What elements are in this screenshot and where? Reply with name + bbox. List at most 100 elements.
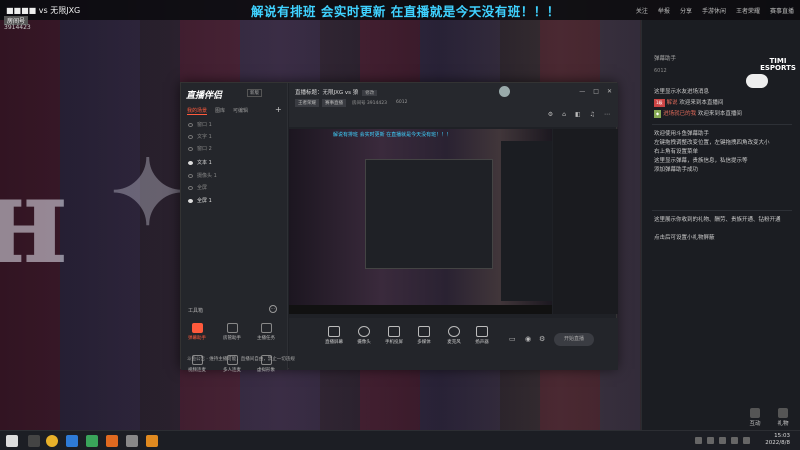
cloud-logo-icon: [746, 74, 768, 88]
category-row: 王者荣耀 赛事直播 房间号 3914423 6012: [295, 99, 410, 107]
minimize-icon[interactable]: —: [579, 88, 585, 95]
more-icon[interactable]: ⋯: [604, 111, 610, 118]
plane-icon[interactable]: [126, 435, 138, 447]
chat-message: 这里显示弹幕，贵族信息，私信提示等: [654, 158, 748, 164]
version-badge: 新版: [247, 89, 262, 97]
mail-icon[interactable]: [66, 435, 78, 447]
chat-message: 这里显示水友进场消息: [654, 89, 710, 95]
category-tag[interactable]: 王者荣耀: [295, 99, 319, 107]
top-actions: 关注 举报 分享 手游休闲 王者荣耀 赛事直播: [636, 0, 800, 20]
tray-icon[interactable]: [731, 437, 738, 444]
interact-button[interactable]: 互动: [745, 408, 765, 427]
speaker-icon: [476, 326, 488, 337]
scene-item[interactable]: 窗口 2: [188, 145, 212, 152]
task-view-icon[interactable]: [28, 435, 40, 447]
companion-icon[interactable]: [146, 435, 158, 447]
toolbox-more-icon[interactable]: ⋯: [269, 305, 277, 313]
eye-icon[interactable]: [188, 185, 193, 190]
eye-icon[interactable]: [188, 134, 193, 139]
scene-item[interactable]: 全屏: [188, 184, 207, 191]
tab-editable[interactable]: 可编辑: [233, 107, 248, 115]
extra-tag[interactable]: 赛事直播: [322, 99, 346, 107]
chat-message: 左键拖拽调整改变位置，左键拖拽四角改变大小: [654, 140, 770, 146]
scene-item[interactable]: 全屏 1: [188, 197, 212, 204]
streaming-app-window: 直播伴侣 新版 我的场景 图库 可编辑 + 窗口 1 文字 1 窗口 2 文本 …: [180, 82, 618, 373]
eye-icon[interactable]: [188, 160, 193, 165]
phone-icon: [388, 326, 400, 337]
eye-preview-icon[interactable]: ◉: [525, 335, 531, 343]
follow-button[interactable]: 关注: [636, 6, 648, 15]
eye-icon[interactable]: [188, 122, 193, 127]
report-button[interactable]: 举报: [658, 6, 670, 15]
gift-icon: [778, 408, 788, 418]
microphone-button[interactable]: 麦克风: [441, 326, 467, 345]
music-icon[interactable]: ♫: [590, 111, 595, 118]
divider: [652, 210, 792, 211]
tray-icon[interactable]: [695, 437, 702, 444]
camera-button[interactable]: 摄像头: [351, 326, 377, 345]
stream-title: 直播标题：无限JXG vs 狼修改: [295, 88, 378, 96]
tool-room-admin[interactable]: 房管助手: [220, 323, 244, 341]
task-icon: [260, 323, 272, 333]
preview-banner: 解说有排班 会实时更新 在直播就是今天没有班！！！: [333, 132, 452, 138]
tab-gallery[interactable]: 图库: [215, 107, 225, 115]
preview-taskbar: [289, 305, 552, 314]
home-icon[interactable]: ⌂: [562, 111, 566, 118]
preview-nested-window: [365, 159, 493, 269]
esports-link[interactable]: 赛事直播: [770, 6, 794, 15]
divider: [652, 124, 792, 125]
toolbox-header: 工具箱: [188, 308, 204, 314]
screen-capture-button[interactable]: 直播屏幕: [321, 326, 347, 345]
maximize-icon[interactable]: □: [593, 88, 599, 95]
gift-notice: 点击后可设置小礼物屏蔽: [654, 235, 715, 241]
avatar[interactable]: [499, 86, 510, 97]
media-button[interactable]: 多媒体: [411, 326, 437, 345]
eye-icon[interactable]: [188, 146, 193, 151]
record-icon[interactable]: ▭: [509, 335, 516, 343]
douyu-icon[interactable]: [106, 435, 118, 447]
os-taskbar: 15:03 2022/8/8: [0, 430, 800, 450]
wechat-icon[interactable]: [86, 435, 98, 447]
microphone-icon: [448, 326, 460, 337]
camera-icon: [358, 326, 370, 337]
danmu-panel: 弹幕助手 6012 TIMI ESPORTS 这里显示水友进场消息 1级 解说 欢…: [641, 20, 800, 430]
add-scene-icon[interactable]: +: [275, 105, 282, 114]
tray-icon[interactable]: [707, 437, 714, 444]
room-id: 3914423: [4, 24, 31, 31]
category-link[interactable]: 手游休闲: [702, 6, 726, 15]
game-link[interactable]: 王者荣耀: [736, 6, 760, 15]
chat-room-label: 弹幕助手: [654, 56, 677, 62]
layout-icon[interactable]: ◧: [575, 111, 581, 118]
tool-danmu-helper[interactable]: 弹幕助手: [185, 323, 209, 341]
tab-my-scenes[interactable]: 我的场景: [187, 107, 208, 115]
fans-count: 6012: [395, 100, 408, 105]
wing-logo: ✦: [110, 140, 186, 246]
share-button[interactable]: 分享: [680, 6, 692, 15]
chrome-icon[interactable]: [46, 435, 58, 447]
scene-item[interactable]: 窗口 1: [188, 121, 212, 128]
source-bar: 直播屏幕 摄像头 手机投屏 多媒体 麦克风 扬声器 ▭ ◉ ⚙ 开始直播: [289, 318, 618, 370]
scene-item[interactable]: 文本 1: [188, 159, 212, 166]
scene-item[interactable]: 文字 1: [188, 133, 212, 140]
tray-icon[interactable]: [743, 437, 750, 444]
stream-preview[interactable]: 解说有排班 会实时更新 在直播就是今天没有班！！！: [289, 129, 552, 314]
broadcast-banner: 解说有排班 会实时更新 在直播就是今天没有班！！！: [251, 3, 560, 19]
gift-button[interactable]: 礼物: [773, 408, 793, 427]
scene-item[interactable]: 摄像头 1: [188, 172, 217, 179]
settings-icon[interactable]: ⚙: [548, 111, 553, 118]
tool-tasks[interactable]: 主播任务: [254, 323, 278, 341]
chat-message: 欢迎使用斗鱼弹幕助手: [654, 131, 710, 137]
speaker-button[interactable]: 扬声器: [469, 326, 495, 345]
go-live-button[interactable]: 开始直播: [554, 333, 594, 346]
phone-cast-button[interactable]: 手机投屏: [381, 326, 407, 345]
eye-icon[interactable]: [188, 198, 193, 203]
eye-icon[interactable]: [188, 173, 193, 178]
edit-title-button[interactable]: 修改: [362, 90, 378, 96]
gear-icon[interactable]: ⚙: [539, 335, 545, 343]
start-icon[interactable]: [6, 435, 18, 447]
clock[interactable]: 15:03 2022/8/8: [765, 433, 790, 447]
preview-chat: [501, 141, 552, 301]
tray-icon[interactable]: [719, 437, 726, 444]
app-header: 直播标题：无限JXG vs 狼修改 王者荣耀 赛事直播 房间号 3914423 …: [289, 83, 618, 127]
close-icon[interactable]: ✕: [607, 88, 612, 95]
